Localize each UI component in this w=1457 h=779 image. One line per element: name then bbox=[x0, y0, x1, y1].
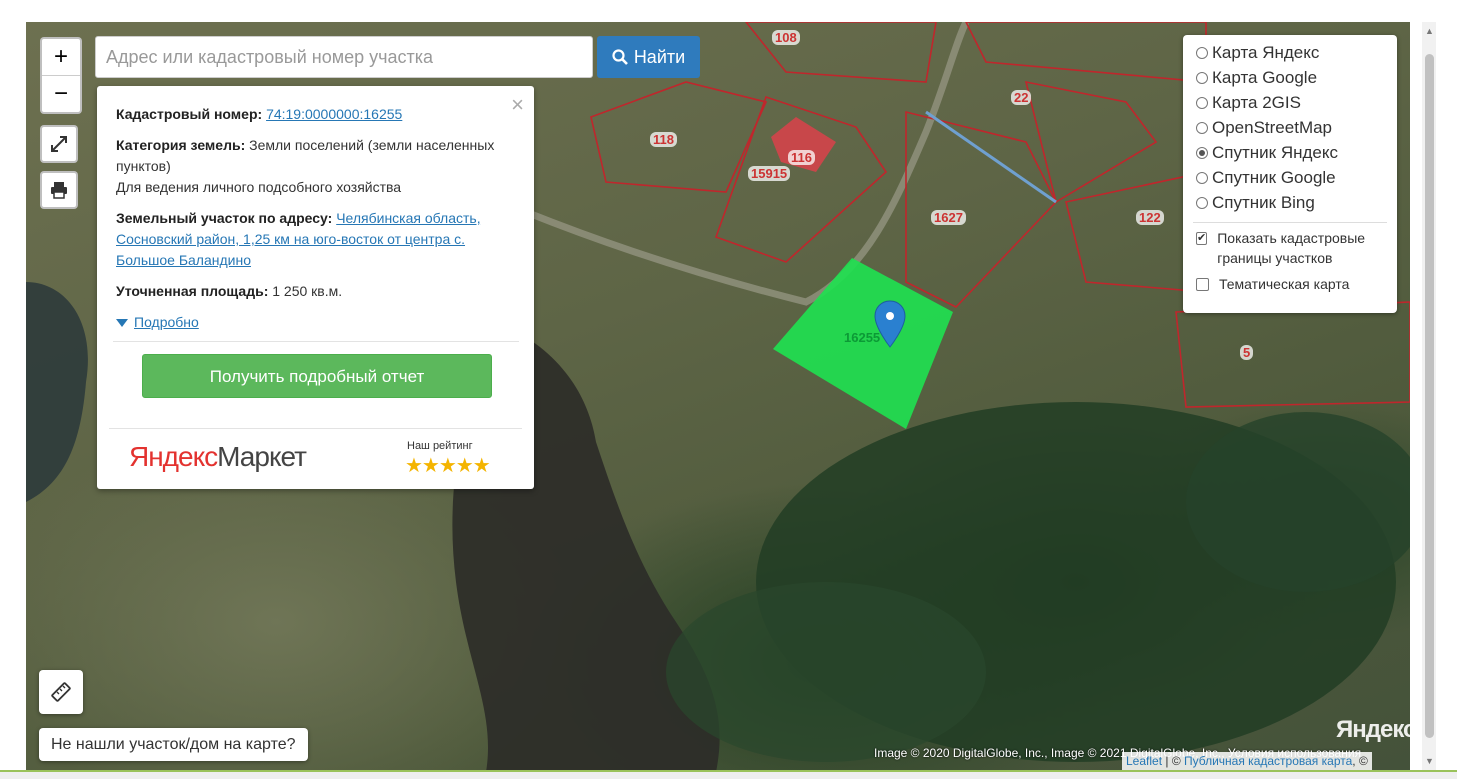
yandex-watermark: Яндекс bbox=[1336, 716, 1416, 743]
measure-button[interactable] bbox=[39, 670, 83, 714]
details-link[interactable]: Подробно bbox=[134, 312, 199, 333]
fullscreen-button[interactable] bbox=[40, 125, 78, 163]
zoom-out-button[interactable]: − bbox=[42, 75, 80, 112]
parcel-label: 118 bbox=[650, 132, 677, 147]
cadastral-label: Кадастровый номер: bbox=[116, 106, 263, 122]
category-row: Категория земель: Земли поселений (земли… bbox=[116, 135, 516, 198]
parcel-label: 122 bbox=[1136, 210, 1164, 225]
caret-down-icon bbox=[116, 318, 128, 327]
search-input[interactable] bbox=[95, 36, 593, 78]
page-bottom-edge bbox=[0, 770, 1457, 779]
scroll-up-icon: ▲ bbox=[1425, 26, 1434, 36]
thematic-map-checkbox[interactable]: Тематическая карта bbox=[1196, 274, 1349, 294]
zoom-control: + − bbox=[40, 37, 82, 114]
layer-option[interactable]: OpenStreetMap bbox=[1196, 118, 1332, 138]
parcel-label: 108 bbox=[772, 30, 800, 45]
printer-icon bbox=[51, 182, 67, 199]
layer-option-selected[interactable]: Спутник Яндекс bbox=[1196, 143, 1338, 163]
cadastral-number-link[interactable]: 74:19:0000000:16255 bbox=[266, 106, 402, 122]
layer-option[interactable]: Спутник Bing bbox=[1196, 193, 1315, 213]
usage-value: Для ведения личного подсобного хозяйства bbox=[116, 179, 402, 195]
layers-panel: Карта Яндекс Карта Google Карта 2GIS Ope… bbox=[1183, 35, 1397, 313]
parcel-label: 15915 bbox=[748, 166, 791, 181]
divider bbox=[1193, 222, 1387, 223]
rating-stars: ★★★★★ bbox=[405, 455, 491, 477]
yandex-market-logo: ЯндексМаркет bbox=[129, 441, 307, 472]
map-attribution: Leaflet | © Публичная кадастровая карта,… bbox=[1122, 752, 1372, 770]
layer-option[interactable]: Карта Яндекс bbox=[1196, 43, 1319, 63]
parcel-label: 1627 bbox=[931, 210, 966, 225]
ruler-icon bbox=[51, 682, 71, 702]
details-toggle[interactable]: Подробно bbox=[116, 312, 516, 333]
not-found-button[interactable]: Не нашли участок/дом на карте? bbox=[39, 728, 308, 761]
layer-option[interactable]: Карта Google bbox=[1196, 68, 1317, 88]
search-button[interactable]: Найти bbox=[597, 36, 700, 78]
rating-label: Наш рейтинг bbox=[407, 440, 473, 452]
layer-option[interactable]: Спутник Google bbox=[1196, 168, 1336, 188]
page-scrollbar[interactable]: ▲ ▼ bbox=[1422, 22, 1436, 770]
area-label: Уточненная площадь: bbox=[116, 283, 269, 299]
pkk-link[interactable]: Публичная кадастровая карта bbox=[1184, 754, 1352, 768]
get-report-button[interactable]: Получить подробный отчет bbox=[142, 354, 492, 398]
yandex-market-badge[interactable]: ЯндексМаркет Наш рейтинг ★★★★★ bbox=[109, 428, 522, 489]
address-label: Земельный участок по адресу: bbox=[116, 210, 333, 226]
area-row: Уточненная площадь: 1 250 кв.м. bbox=[116, 281, 516, 302]
zoom-in-button[interactable]: + bbox=[42, 39, 80, 75]
scroll-down-icon: ▼ bbox=[1425, 756, 1434, 766]
expand-icon bbox=[51, 136, 67, 152]
address-row: Земельный участок по адресу: Челябинская… bbox=[116, 208, 516, 271]
divider bbox=[113, 341, 519, 342]
parcel-info-popup: × Кадастровый номер: 74:19:0000000:16255… bbox=[97, 86, 534, 489]
parcel-label: 22 bbox=[1011, 90, 1032, 105]
area-value: 1 250 кв.м. bbox=[272, 283, 343, 299]
parcel-label: 5 bbox=[1240, 345, 1254, 360]
map-marker-icon[interactable] bbox=[874, 300, 906, 348]
leaflet-link[interactable]: Leaflet bbox=[1126, 754, 1162, 768]
cadastral-row: Кадастровый номер: 74:19:0000000:16255 bbox=[116, 104, 516, 125]
search-button-label: Найти bbox=[633, 46, 686, 67]
layer-option[interactable]: Карта 2GIS bbox=[1196, 93, 1301, 113]
scroll-thumb[interactable] bbox=[1425, 54, 1434, 738]
cadastral-bounds-checkbox[interactable]: ✔ Показать кадастровые границы участков bbox=[1196, 228, 1376, 268]
print-button[interactable] bbox=[40, 171, 78, 209]
parcel-label: 116 bbox=[788, 150, 815, 165]
category-label: Категория земель: bbox=[116, 137, 246, 153]
search-icon bbox=[612, 49, 628, 65]
checkmark-icon: ✔ bbox=[1196, 232, 1208, 245]
